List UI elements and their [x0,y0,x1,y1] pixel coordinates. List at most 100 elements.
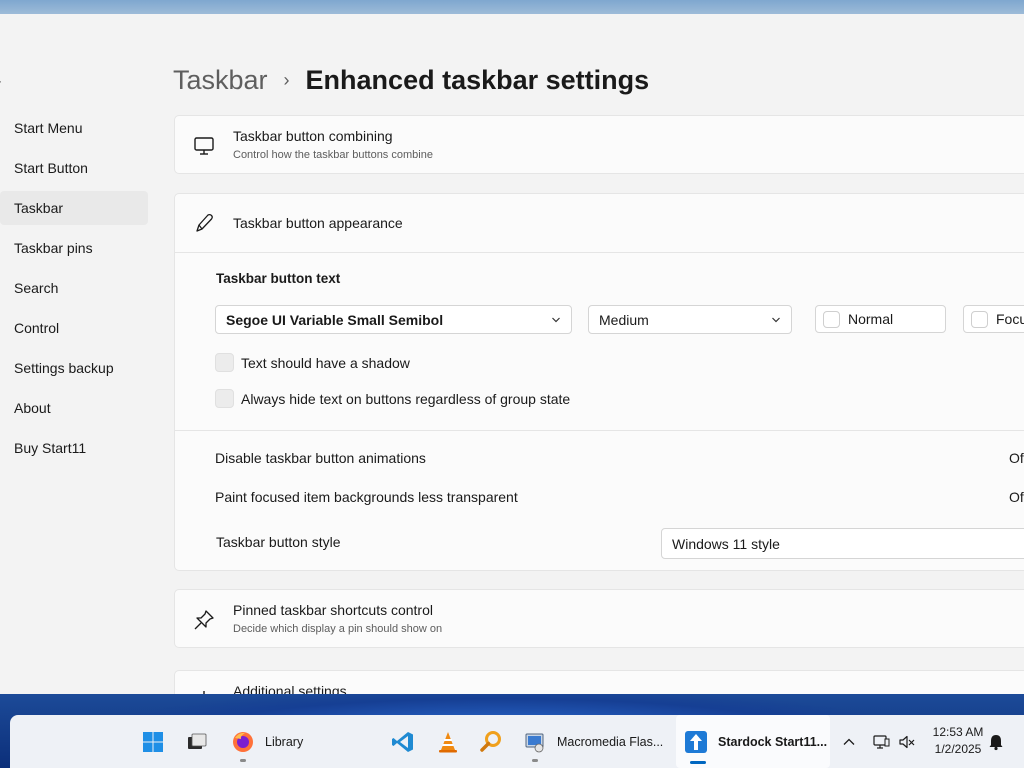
sidebar-item-label: Search [14,280,59,296]
taskbar-firefox-library[interactable]: Library [231,715,321,768]
active-indicator [690,761,706,764]
sidebar: · Start Menu Start Button Taskbar Taskba… [0,14,160,694]
chevron-down-icon [552,317,560,323]
paint-focused-toggle-state[interactable]: Of [1009,489,1024,505]
sidebar-item-about[interactable]: About [0,391,148,425]
button-style-dropdown[interactable]: Windows 11 style [661,528,1024,559]
section-label-button-text: Taskbar button text [216,271,341,286]
taskbar-vlc[interactable] [436,715,462,768]
card-title: Taskbar button combining [233,128,393,144]
start11-settings-window: · Start Menu Start Button Taskbar Taskba… [0,14,1024,694]
disable-animations-toggle-state[interactable]: Of [1009,450,1024,466]
checkbox-always-hide-text[interactable]: Always hide text on buttons regardless o… [215,389,570,408]
bell-icon [989,734,1003,750]
checkbox-text-shadow[interactable]: Text should have a shadow [215,353,410,372]
sidebar-item-taskbar[interactable]: Taskbar [0,191,148,225]
focus-color-label: Focu [996,311,1024,327]
taskbar-vscode[interactable] [391,715,417,768]
font-dropdown[interactable]: Segoe UI Variable Small Semibol [215,305,572,334]
checkbox[interactable] [215,353,234,372]
font-dropdown-value: Segoe UI Variable Small Semibol [226,311,444,328]
color-swatch [823,311,840,328]
tray-volume[interactable] [898,715,918,768]
taskbar-macromedia-flash[interactable]: Macromedia Flas... [523,715,673,768]
sidebar-item-label: About [14,400,51,416]
running-indicator [240,759,246,762]
divider [175,430,1024,431]
chevron-up-icon [843,738,855,745]
checkbox-label: Text should have a shadow [241,354,410,371]
checkbox[interactable] [215,389,234,408]
normal-color-label: Normal [848,311,894,327]
button-style-label: Taskbar button style [216,534,341,550]
taskbar-app-label: Macromedia Flas... [557,734,664,749]
sidebar-item-taskbar-pins[interactable]: Taskbar pins [0,231,148,265]
sidebar-item-start-button[interactable]: Start Button [0,151,148,185]
firefox-icon [233,731,253,752]
taskbar-app-label: Library [265,734,304,749]
sidebar-item-start-menu[interactable]: Start Menu [0,111,148,145]
focus-color-picker[interactable]: Focu [963,305,1024,333]
back-arrow-icon[interactable]: · [0,74,4,88]
card-subtitle: Control how the taskbar buttons combine [233,149,433,161]
windows-logo-icon [143,731,163,752]
sidebar-item-label: Taskbar pins [14,240,93,256]
font-size-dropdown-value: Medium [599,311,649,328]
card-additional-settings[interactable]: Additional settings [174,670,1024,694]
disable-animations-label: Disable taskbar button animations [215,450,426,466]
sidebar-item-label: Settings backup [14,360,114,376]
tray-network[interactable] [872,715,892,768]
monitor-icon [194,137,214,155]
sidebar-item-label: Taskbar [14,200,64,216]
card-pinned-shortcuts-control[interactable]: Pinned taskbar shortcuts control Decide … [174,589,1024,648]
folder-icon [188,733,207,749]
breadcrumb-separator: › [283,69,290,90]
volume-muted-icon [899,735,915,748]
card-title: Pinned taskbar shortcuts control [233,602,433,618]
sidebar-item-label: Control [14,320,60,336]
windows-taskbar: Library Macromedia Flas... Stardock Star… [10,715,1024,768]
taskbar-file-explorer[interactable] [185,715,211,768]
vscode-icon [392,731,413,752]
magnifier-icon [480,730,501,752]
color-swatch [971,311,988,328]
breadcrumb-parent-link[interactable]: Taskbar [173,65,268,96]
start11-icon [685,730,707,753]
tray-overflow-button[interactable] [842,715,858,768]
font-size-dropdown[interactable]: Medium [588,305,792,334]
vlc-cone-icon [439,731,457,752]
pin-icon [194,610,214,630]
sidebar-item-settings-backup[interactable]: Settings backup [0,351,148,385]
taskbar-start-button[interactable] [141,715,171,768]
taskbar-app-label: Stardock Start11... [718,734,828,749]
network-icon [873,734,890,749]
clock-time: 12:53 AM [932,725,984,739]
sidebar-item-label: Buy Start11 [14,440,87,456]
running-indicator [532,759,538,762]
sidebar-item-buy-start11[interactable]: Buy Start11 [0,431,148,465]
notification-center-button[interactable] [987,715,1007,768]
sidebar-item-label: Start Menu [14,120,83,136]
normal-color-picker[interactable]: Normal [815,305,946,333]
card-taskbar-button-combining[interactable]: Taskbar button combining Control how the… [174,115,1024,174]
button-style-dropdown-value: Windows 11 style [672,535,780,552]
sidebar-item-control[interactable]: Control [0,311,148,345]
pen-icon [196,213,213,232]
taskbar-search-tool[interactable] [479,715,505,768]
sidebar-item-label: Start Button [14,160,88,176]
taskbar-stardock-start11[interactable]: Stardock Start11... [676,715,830,768]
clock-date: 1/2/2025 [934,742,982,756]
page-title: Enhanced taskbar settings [305,64,650,95]
card-subtitle: Decide which display a pin should show o… [233,623,443,635]
sidebar-item-search[interactable]: Search [0,271,148,305]
card-taskbar-button-appearance: Taskbar button appearance Taskbar button… [174,193,1024,571]
breadcrumb: Taskbar › Enhanced taskbar settings [173,62,649,98]
chevron-down-icon [772,317,780,323]
taskbar-clock[interactable]: 12:53 AM 1/2/2025 [928,724,988,758]
flash-installer-icon [525,733,544,752]
divider [175,252,1024,253]
plus-icon [203,691,205,694]
card-title[interactable]: Taskbar button appearance [233,215,403,231]
card-title: Additional settings [233,683,347,694]
paint-focused-label: Paint focused item backgrounds less tran… [215,489,518,505]
